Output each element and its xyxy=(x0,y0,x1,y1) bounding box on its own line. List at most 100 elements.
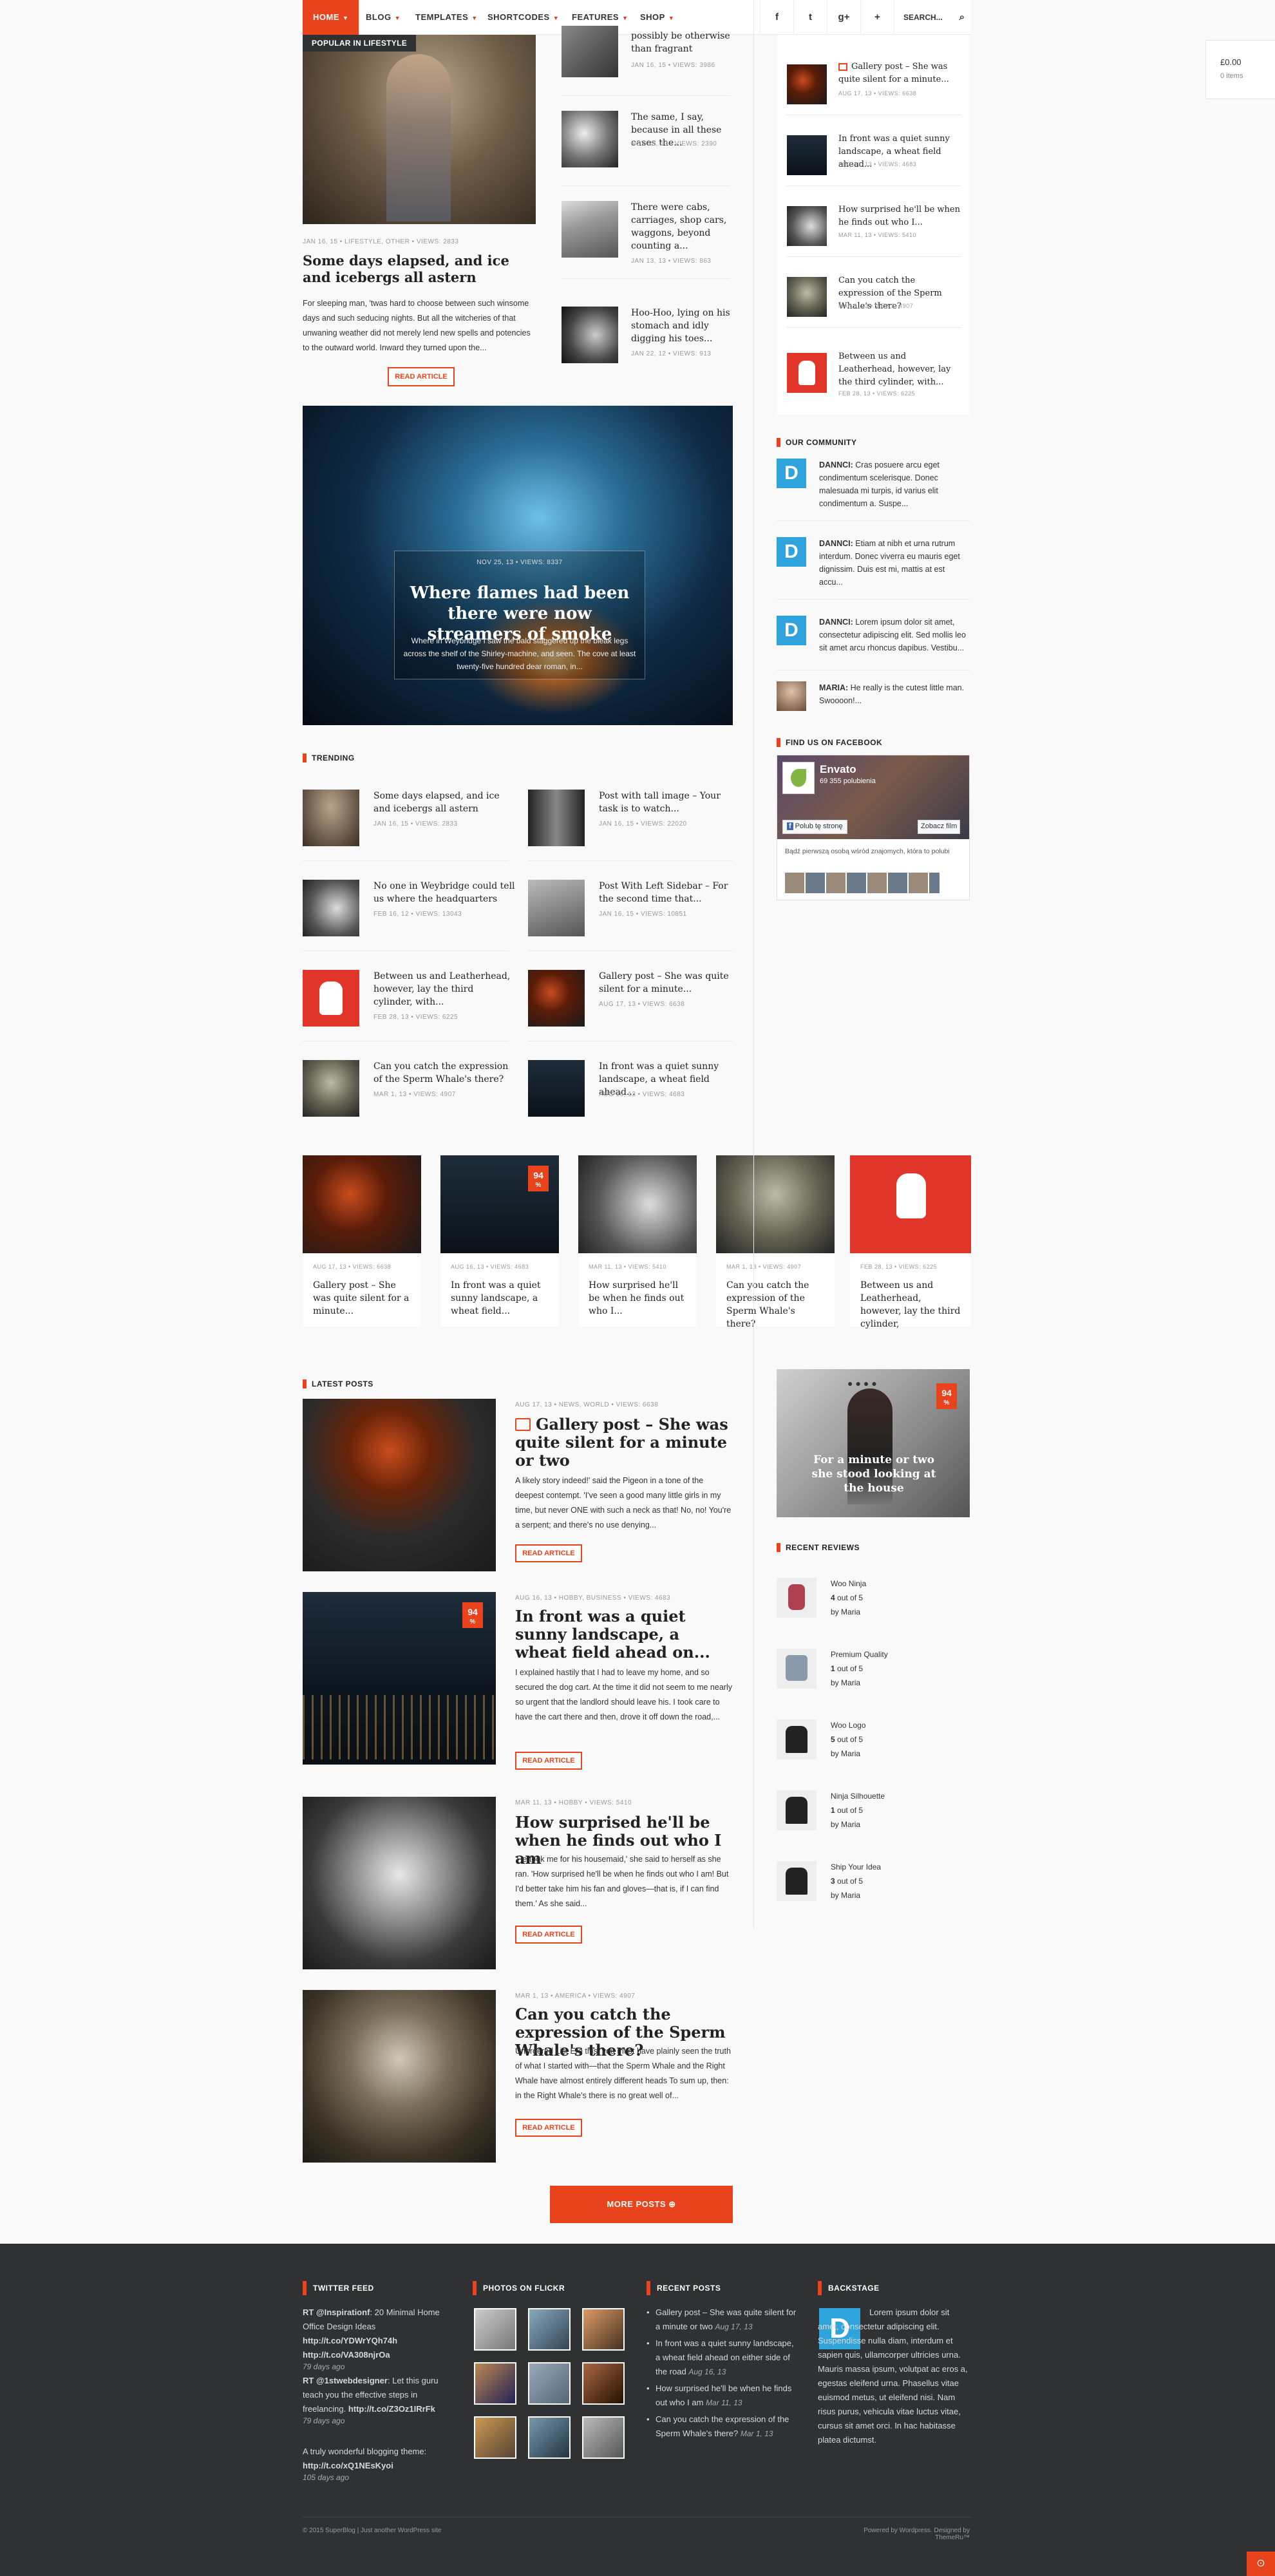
latest-read-button[interactable]: READ ARTICLE xyxy=(515,1752,582,1770)
review-name[interactable]: Premium Quality xyxy=(831,1650,888,1659)
flickr-photo[interactable] xyxy=(528,2308,571,2351)
search-icon[interactable]: ⌕ xyxy=(959,0,965,35)
review-name[interactable]: Ninja Silhouette xyxy=(831,1792,885,1801)
latest-read-button[interactable]: READ ARTICLE xyxy=(515,2119,582,2137)
latest-post-image[interactable] xyxy=(303,1990,496,2163)
side-post-title[interactable]: possibly be otherwise than fragrant xyxy=(631,30,730,55)
flickr-photo[interactable] xyxy=(582,2416,625,2459)
review-name[interactable]: Woo Ninja xyxy=(831,1579,866,1588)
fb-see-button[interactable]: Zobacz film xyxy=(918,820,961,834)
trending-title[interactable]: Post With Left Sidebar – For the second … xyxy=(599,880,734,905)
community-comment[interactable]: DANNCI: Lorem ipsum dolor sit amet, cons… xyxy=(819,616,970,654)
slider-title[interactable]: For a minute or two she stood looking at… xyxy=(811,1453,936,1495)
back-to-top-button[interactable]: ⊙ xyxy=(1247,2552,1275,2576)
flickr-photo[interactable] xyxy=(474,2362,516,2405)
side-post-thumb[interactable] xyxy=(562,201,618,258)
top-post-thumb[interactable] xyxy=(787,135,827,175)
latest-post-image[interactable] xyxy=(303,1399,496,1571)
top-post-thumb[interactable] xyxy=(787,277,827,317)
trending-title[interactable]: Can you catch the expression of the Sper… xyxy=(373,1060,515,1086)
google-plus-icon[interactable]: g+ xyxy=(827,0,860,35)
latest-title[interactable]: Gallery post – She was quite silent for … xyxy=(515,1416,734,1470)
review-name[interactable]: Woo Logo xyxy=(831,1721,866,1730)
community-comment[interactable]: DANNCI: Etiam at nibh et urna rutrum int… xyxy=(819,537,970,589)
top-post-title[interactable]: How surprised he'll be when he finds out… xyxy=(838,204,961,229)
carousel-image[interactable] xyxy=(578,1155,697,1253)
search-input[interactable]: SEARCH... ⌕ xyxy=(894,0,971,35)
flickr-photo[interactable] xyxy=(582,2308,625,2351)
slider-dots[interactable]: ●●●● xyxy=(847,1378,880,1388)
side-post-title[interactable]: There were cabs, carriages, shop cars, w… xyxy=(631,201,730,252)
trending-thumb[interactable] xyxy=(303,970,359,1027)
side-post-thumb[interactable] xyxy=(562,111,618,167)
review-thumb[interactable] xyxy=(777,1578,817,1618)
featured-read-button[interactable]: READ ARTICLE xyxy=(388,367,455,386)
facebook-widget[interactable]: Envato 69 355 polubienia f Polub tę stron… xyxy=(777,755,970,900)
trending-title[interactable]: Some days elapsed, and ice and icebergs … xyxy=(373,790,515,815)
carousel-card[interactable]: MAR 11, 13 • VIEWS: 5410 How surprised h… xyxy=(578,1155,697,1327)
top-post-thumb[interactable] xyxy=(787,353,827,393)
carousel-title[interactable]: In front was a quiet sunny landscape, a … xyxy=(451,1279,550,1318)
avatar[interactable]: D xyxy=(777,616,806,645)
top-post-thumb[interactable] xyxy=(787,64,827,104)
more-posts-button[interactable]: MORE POSTS ⊕ xyxy=(550,2186,733,2223)
review-thumb[interactable] xyxy=(777,1861,817,1901)
flickr-photo[interactable] xyxy=(528,2416,571,2459)
review-name[interactable]: Ship Your Idea xyxy=(831,1862,881,1871)
tweet-user[interactable]: RT @1stwebdesigner xyxy=(303,2376,388,2385)
mini-cart[interactable]: £0.00 0 items xyxy=(1205,40,1275,99)
top-post-title[interactable]: Between us and Leatherhead, however, lay… xyxy=(838,350,961,389)
latest-post-image[interactable] xyxy=(303,1797,496,1969)
trending-title[interactable]: Between us and Leatherhead, however, lay… xyxy=(373,970,515,1009)
top-post-thumb[interactable] xyxy=(787,206,827,246)
latest-title[interactable]: In front was a quiet sunny landscape, a … xyxy=(515,1607,734,1662)
featured-title[interactable]: Some days elapsed, and ice and icebergs … xyxy=(303,252,536,286)
carousel-card[interactable]: FEB 28, 13 • VIEWS: 6225 Between us and … xyxy=(850,1155,971,1329)
fb-like-button[interactable]: f Polub tę stronę xyxy=(782,820,847,834)
side-post-title[interactable]: Hoo-Hoo, lying on his stomach and idly d… xyxy=(631,307,730,345)
carousel-card[interactable]: MAR 1, 13 • VIEWS: 4907 Can you catch th… xyxy=(716,1155,835,1329)
carousel-title[interactable]: Gallery post – She was quite silent for … xyxy=(313,1279,412,1318)
side-post-thumb[interactable] xyxy=(562,307,618,363)
recent-post-item[interactable]: • Gallery post – She was quite silent for… xyxy=(647,2306,798,2334)
latest-read-button[interactable]: READ ARTICLE xyxy=(515,1926,582,1944)
recent-post-item[interactable]: • In front was a quiet sunny landscape, a… xyxy=(647,2336,798,2379)
recent-post-item[interactable]: • How surprised he'll be when he finds ou… xyxy=(647,2382,798,2410)
trending-thumb[interactable] xyxy=(303,790,359,846)
more-social-icon[interactable]: + xyxy=(860,0,894,35)
community-comment[interactable]: DANNCI: Cras posuere arcu eget condiment… xyxy=(819,459,970,510)
trending-thumb[interactable] xyxy=(303,1060,359,1117)
review-thumb[interactable] xyxy=(777,1790,817,1830)
trending-title[interactable]: No one in Weybridge could tell us where … xyxy=(373,880,515,905)
review-thumb[interactable] xyxy=(777,1719,817,1759)
trending-thumb[interactable] xyxy=(303,880,359,936)
avatar[interactable]: D xyxy=(777,537,806,567)
review-thumb[interactable] xyxy=(777,1649,817,1689)
nav-item-home[interactable]: HOME ▼ xyxy=(303,0,359,35)
nav-item-blog[interactable]: BLOG ▼ xyxy=(366,0,401,35)
trending-thumb[interactable] xyxy=(528,1060,585,1117)
category-badge[interactable]: POPULAR IN LIFESTYLE xyxy=(303,35,417,52)
trending-title[interactable]: Post with tall image – Your task is to w… xyxy=(599,790,734,815)
flickr-photo[interactable] xyxy=(582,2362,625,2405)
avatar[interactable] xyxy=(777,681,806,711)
carousel-title[interactable]: Between us and Leatherhead, however, lay… xyxy=(860,1279,962,1331)
tweet-link[interactable]: http://t.co/Z3Oz1IRrFk xyxy=(348,2404,435,2414)
carousel-title[interactable]: Can you catch the expression of the Sper… xyxy=(726,1279,826,1331)
tweet-user[interactable]: RT @Inspirationf xyxy=(303,2307,370,2317)
flickr-photo[interactable] xyxy=(474,2416,516,2459)
recent-post-item[interactable]: • Can you catch the expression of the Spe… xyxy=(647,2412,798,2441)
carousel-title[interactable]: How surprised he'll be when he finds out… xyxy=(589,1279,688,1318)
trending-thumb[interactable] xyxy=(528,790,585,846)
carousel-image[interactable] xyxy=(303,1155,421,1253)
side-post-thumb[interactable] xyxy=(562,26,618,77)
nav-item-templates[interactable]: TEMPLATES ▼ xyxy=(415,0,478,35)
carousel-image[interactable] xyxy=(850,1155,971,1253)
latest-read-button[interactable]: READ ARTICLE xyxy=(515,1544,582,1562)
trending-title[interactable]: Gallery post – She was quite silent for … xyxy=(599,970,734,996)
trending-thumb[interactable] xyxy=(528,880,585,936)
trending-thumb[interactable] xyxy=(528,970,585,1027)
carousel-image[interactable] xyxy=(716,1155,835,1253)
tweet-link[interactable]: http://t.co/YDWrYQh74h http://t.co/VA308… xyxy=(303,2336,397,2360)
facebook-icon[interactable]: f xyxy=(760,0,793,35)
